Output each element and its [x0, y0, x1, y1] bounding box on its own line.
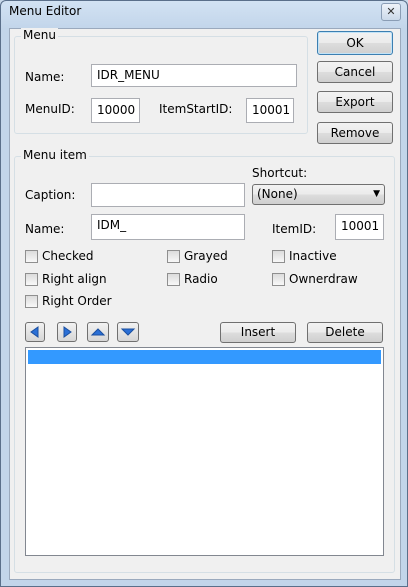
itemid-field[interactable]: 10001 — [335, 214, 384, 240]
move-left-button[interactable] — [25, 322, 45, 342]
ok-button[interactable]: OK — [317, 31, 393, 55]
cancel-button[interactable]: Cancel — [317, 61, 393, 83]
menu-item-list[interactable] — [25, 347, 384, 556]
checkbox-icon — [25, 250, 38, 263]
caption-label: Caption: — [25, 188, 76, 202]
shortcut-select-value: (None) — [257, 187, 298, 201]
shortcut-select[interactable]: (None) ▼ — [252, 184, 385, 205]
checkbox-icon — [272, 250, 285, 263]
checkbox-icon — [167, 273, 180, 286]
arrow-right-icon — [63, 326, 72, 338]
menuid-label: MenuID: — [25, 102, 75, 116]
itemid-label: ItemID: — [272, 222, 317, 236]
window-title: Menu Editor — [9, 4, 82, 18]
item-name-label: Name: — [25, 222, 65, 236]
move-down-button[interactable] — [117, 322, 139, 342]
insert-button[interactable]: Insert — [220, 322, 296, 343]
menuid-field[interactable]: 10000 — [91, 98, 140, 123]
move-right-button[interactable] — [57, 322, 77, 342]
radio-checkbox-label: Radio — [184, 272, 218, 286]
ownerdraw-checkbox-label: Ownerdraw — [289, 272, 358, 286]
itemstartid-label: ItemStartID: — [159, 102, 233, 116]
checkbox-icon — [25, 273, 38, 286]
inactive-checkbox-label: Inactive — [289, 249, 337, 263]
export-button[interactable]: Export — [317, 91, 393, 113]
list-item-selected[interactable] — [28, 350, 381, 364]
close-icon: ✕ — [386, 5, 396, 18]
menu-name-label: Name: — [25, 70, 65, 84]
menu-name-field[interactable]: IDR_MENU — [91, 64, 297, 87]
checkbox-icon — [167, 250, 180, 263]
item-name-field[interactable]: IDM_ — [91, 214, 245, 240]
remove-button[interactable]: Remove — [317, 122, 393, 144]
right-align-checkbox-label: Right align — [42, 272, 107, 286]
arrow-left-icon — [30, 326, 39, 338]
arrow-up-icon — [90, 328, 106, 336]
dialog-client: Menu Name: IDR_MENU MenuID: 10000 ItemSt… — [9, 28, 401, 580]
menu-item-group-label: Menu item — [21, 148, 89, 162]
move-up-button[interactable] — [87, 322, 109, 342]
itemstartid-field[interactable]: 10001 — [246, 98, 294, 123]
menu-editor-window: Menu Editor ✕ Menu Name: IDR_MENU MenuID… — [0, 0, 408, 587]
arrow-down-icon — [120, 328, 136, 336]
delete-button[interactable]: Delete — [307, 322, 383, 343]
close-button[interactable]: ✕ — [381, 3, 401, 21]
shortcut-label: Shortcut: — [252, 166, 308, 180]
caption-field[interactable] — [91, 183, 245, 207]
checkbox-icon — [25, 295, 38, 308]
checkbox-icon — [272, 273, 285, 286]
grayed-checkbox-label: Grayed — [184, 249, 228, 263]
checked-checkbox-label: Checked — [42, 249, 94, 263]
right-order-checkbox-label: Right Order — [42, 294, 112, 308]
chevron-down-icon: ▼ — [373, 189, 380, 199]
menu-group-label: Menu — [21, 28, 58, 42]
